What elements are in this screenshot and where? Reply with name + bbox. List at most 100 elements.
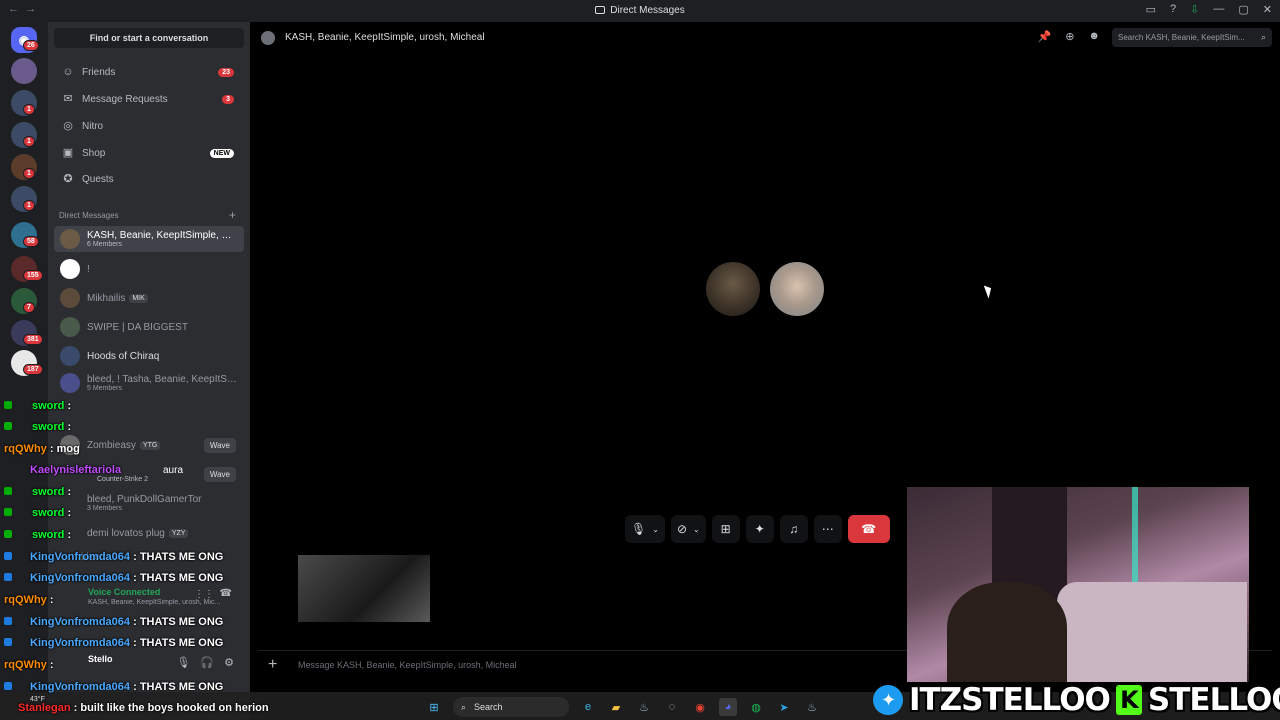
message-image-attachment[interactable]	[298, 555, 430, 622]
signal-icon[interactable]: ⋮⋮	[194, 589, 214, 600]
soundboard-button[interactable]: ♫	[779, 515, 808, 543]
chrome-icon[interactable]: ◉	[691, 698, 709, 716]
window-title: Direct Messages	[0, 5, 1280, 16]
server-badge: 7	[23, 302, 35, 313]
server-badge: 381	[23, 334, 43, 345]
dm-item[interactable]: !	[54, 256, 244, 282]
maximize-button[interactable]: ▢	[1238, 3, 1248, 16]
sub-badge-icon	[4, 638, 12, 646]
dm-item-group[interactable]: KASH, Beanie, KeepItSimple, ur... 6 Memb…	[54, 226, 244, 252]
twitter-bird-icon: ✦	[873, 685, 903, 715]
microphone-icon[interactable]: 🎙	[176, 656, 190, 669]
dm-name: aura	[163, 465, 184, 476]
chat-user: Stanlegan	[18, 702, 71, 714]
channel-search-input[interactable]: Search KASH, Beanie, KeepItSim... ⌕	[1112, 28, 1272, 47]
headphones-icon[interactable]: 🎧	[200, 656, 214, 669]
server-badge: 1	[23, 168, 35, 179]
chat-user: sword	[32, 400, 65, 412]
requests-badge: 3	[222, 94, 234, 104]
group-dm-icon	[261, 31, 275, 45]
telegram-icon[interactable]: ➤	[775, 698, 793, 716]
chat-user: rqQWhy	[4, 443, 47, 455]
dm-item[interactable]: Hoods of Chiraq	[54, 343, 244, 369]
call-controls: 🎙 ⌄ ⊘ ⌄ ⊞ ✦ ♫ ⋯ ☎	[625, 515, 890, 543]
server-badge: 187	[23, 364, 43, 375]
spotify-icon[interactable]: ◍	[747, 698, 765, 716]
help-icon[interactable]: ?	[1170, 3, 1176, 16]
chat-user: KingVonfromda064	[30, 551, 131, 563]
dm-item-group[interactable]: bleed, ! Tasha, Beanie, KeepItSi... 5 Me…	[54, 370, 244, 396]
sub-badge-icon	[4, 530, 12, 538]
sub-badge-icon	[4, 422, 12, 430]
dm-name: !	[87, 263, 90, 275]
minimize-button[interactable]: —	[1213, 3, 1224, 16]
chat-user: sword	[32, 529, 65, 541]
chat-message: Stanlegan : built like the boys hooked o…	[4, 702, 269, 714]
server-badge: 1	[23, 104, 35, 115]
friends-badge: 23	[218, 67, 234, 77]
chat-text: : mog	[49, 443, 80, 455]
settings-gear-icon[interactable]: ⚙	[224, 656, 234, 669]
nav-quests[interactable]: ✪ Quests	[54, 167, 244, 191]
nav-shop[interactable]: ▣ Shop NEW	[54, 141, 244, 165]
dm-item[interactable]: Zombieasy YTG Wave	[54, 432, 244, 458]
sub-badge-icon	[4, 487, 12, 495]
camera-button[interactable]: ⊘ ⌄	[670, 515, 706, 543]
disconnect-call-button[interactable]: ☎	[847, 515, 890, 543]
wave-button[interactable]: Wave	[203, 466, 236, 482]
dm-name: Mikhailis	[87, 292, 126, 304]
member-list-icon[interactable]: ☻	[1088, 30, 1100, 43]
avatar	[60, 229, 80, 249]
sub-badge-icon	[4, 552, 12, 560]
nitro-icon: ◎	[63, 120, 73, 132]
dm-name: SWIPE | DA BIGGEST	[87, 321, 188, 333]
dm-name: demi lovatos plug	[87, 527, 165, 539]
nav-message-requests[interactable]: ✉ Message Requests 3	[54, 87, 244, 111]
app-icon[interactable]: ◌	[663, 698, 681, 716]
activities-button[interactable]: ✦	[745, 515, 774, 543]
clan-tag: MIK	[129, 293, 148, 303]
more-options-button[interactable]: ⋯	[813, 515, 842, 543]
find-conversation-button[interactable]: Find or start a conversation	[54, 28, 244, 48]
participant-avatar[interactable]	[770, 262, 824, 316]
participant-avatar[interactable]	[706, 262, 760, 316]
dm-members: 5 Members	[87, 385, 123, 392]
taskbar-search[interactable]: ⌕ Search	[453, 697, 569, 717]
pin-icon[interactable]: 📌	[1038, 30, 1052, 43]
close-button[interactable]: ✕	[1263, 3, 1272, 16]
create-dm-icon[interactable]: +	[229, 208, 236, 222]
chat-message: rqQWhy :	[4, 659, 54, 671]
inbox-icon[interactable]: ▭	[1146, 3, 1156, 16]
dm-item[interactable]: SWIPE | DA BIGGEST	[54, 314, 244, 340]
dm-item[interactable]: demi lovatos plug YZY	[54, 520, 244, 546]
disconnect-icon[interactable]: ☎	[220, 588, 232, 599]
dm-item-group[interactable]: bleed, PunkDollGamerTor 3 Members	[54, 490, 244, 516]
nav-nitro[interactable]: ◎ Nitro	[54, 114, 244, 138]
add-attachment-icon[interactable]: +	[268, 656, 277, 674]
dm-item[interactable]: Mikhailis MIK	[54, 285, 244, 311]
clan-tag: YZY	[168, 528, 189, 538]
add-friends-icon[interactable]: ⊕	[1065, 30, 1074, 43]
nav-label: Friends	[82, 66, 116, 78]
steam-icon[interactable]: ♨	[635, 698, 653, 716]
server-icon[interactable]	[11, 58, 37, 84]
chat-message: sword :	[4, 507, 71, 519]
avatar	[60, 373, 80, 393]
nav-friends[interactable]: ☺ Friends 23	[54, 60, 244, 84]
wave-button[interactable]: Wave	[203, 437, 236, 453]
chevron-down-icon[interactable]: ⌄	[693, 525, 700, 534]
dm-name: Zombieasy	[87, 439, 136, 451]
screen-share-button[interactable]: ⊞	[711, 515, 740, 543]
download-icon[interactable]: ⇩	[1190, 3, 1199, 16]
windows-start-icon[interactable]: ⊞	[425, 698, 443, 716]
mail-icon: ✉	[63, 93, 73, 105]
mute-button[interactable]: 🎙 ⌄	[625, 515, 665, 543]
voice-status: Voice Connected	[88, 587, 161, 597]
discord-icon[interactable]: ◕	[719, 698, 737, 716]
edge-icon[interactable]: e	[579, 698, 597, 716]
chevron-down-icon[interactable]: ⌄	[652, 525, 659, 534]
file-explorer-icon[interactable]: ▰	[607, 698, 625, 716]
dm-name: Hoods of Chiraq	[87, 350, 160, 362]
steam-icon[interactable]: ♨	[803, 698, 821, 716]
chat-text: :	[49, 594, 54, 606]
